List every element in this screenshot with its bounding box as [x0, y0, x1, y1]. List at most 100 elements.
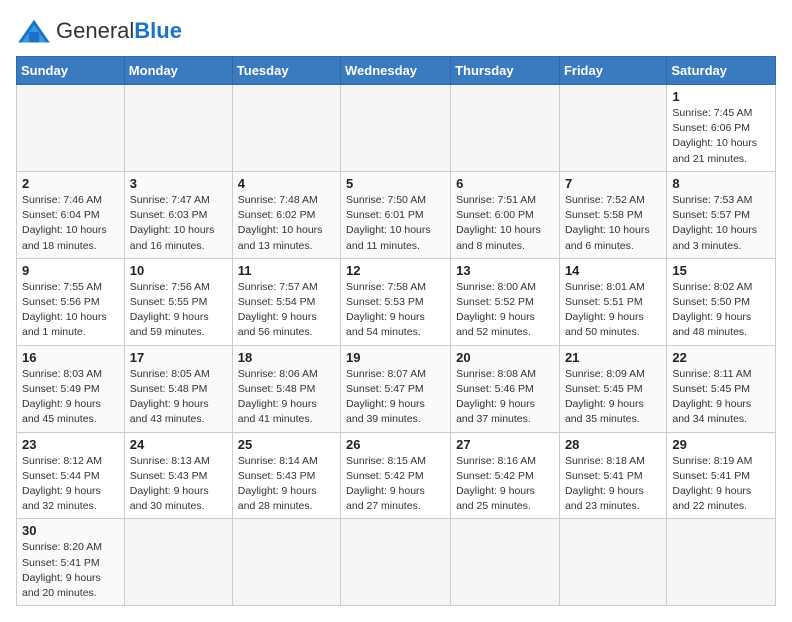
calendar-cell: 30Sunrise: 8:20 AM Sunset: 5:41 PM Dayli… [17, 519, 125, 606]
day-number: 2 [22, 176, 119, 191]
day-info: Sunrise: 7:53 AM Sunset: 5:57 PM Dayligh… [672, 193, 770, 254]
day-info: Sunrise: 7:50 AM Sunset: 6:01 PM Dayligh… [346, 193, 445, 254]
day-number: 30 [22, 523, 119, 538]
day-header-thursday: Thursday [451, 57, 560, 85]
day-number: 11 [238, 263, 335, 278]
day-info: Sunrise: 8:06 AM Sunset: 5:48 PM Dayligh… [238, 367, 335, 428]
calendar-cell: 18 Sunrise: 8:06 AM Sunset: 5:48 PM Dayli… [232, 345, 340, 432]
calendar-cell [232, 85, 340, 172]
day-info: Sunrise: 7:45 AM Sunset: 6:06 PM Dayligh… [672, 106, 770, 167]
day-info: Sunrise: 7:55 AM Sunset: 5:56 PM Dayligh… [22, 280, 119, 341]
day-number: 22 [672, 350, 770, 365]
day-header-sunday: Sunday [17, 57, 125, 85]
day-info: Sunrise: 8:02 AM Sunset: 5:50 PM Dayligh… [672, 280, 770, 341]
day-number: 1 [672, 89, 770, 104]
calendar-cell [341, 519, 451, 606]
day-number: 8 [672, 176, 770, 191]
calendar-cell: 13 Sunrise: 8:00 AM Sunset: 5:52 PM Dayli… [451, 258, 560, 345]
day-number: 27 [456, 437, 554, 452]
calendar-cell: 29Sunrise: 8:19 AM Sunset: 5:41 PM Dayli… [667, 432, 776, 519]
day-number: 29 [672, 437, 770, 452]
calendar-week-row: 16 Sunrise: 8:03 AM Sunset: 5:49 PM Dayli… [17, 345, 776, 432]
day-number: 18 [238, 350, 335, 365]
day-info: Sunrise: 8:16 AM Sunset: 5:42 PM Dayligh… [456, 454, 554, 515]
calendar-cell: 24 Sunrise: 8:13 AM Sunset: 5:43 PM Dayli… [124, 432, 232, 519]
calendar-cell [451, 85, 560, 172]
calendar-cell: 5 Sunrise: 7:50 AM Sunset: 6:01 PM Daylig… [341, 171, 451, 258]
day-info: Sunrise: 8:03 AM Sunset: 5:49 PM Dayligh… [22, 367, 119, 428]
day-info: Sunrise: 7:56 AM Sunset: 5:55 PM Dayligh… [130, 280, 227, 341]
day-info: Sunrise: 7:52 AM Sunset: 5:58 PM Dayligh… [565, 193, 661, 254]
calendar-header-row: SundayMondayTuesdayWednesdayThursdayFrid… [17, 57, 776, 85]
day-number: 16 [22, 350, 119, 365]
calendar-cell [124, 519, 232, 606]
day-header-monday: Monday [124, 57, 232, 85]
calendar-cell: 7 Sunrise: 7:52 AM Sunset: 5:58 PM Daylig… [559, 171, 666, 258]
logo: GeneralBlue [16, 16, 182, 46]
day-number: 28 [565, 437, 661, 452]
calendar-cell [559, 85, 666, 172]
day-header-tuesday: Tuesday [232, 57, 340, 85]
day-info: Sunrise: 8:12 AM Sunset: 5:44 PM Dayligh… [22, 454, 119, 515]
calendar-cell: 8 Sunrise: 7:53 AM Sunset: 5:57 PM Daylig… [667, 171, 776, 258]
day-info: Sunrise: 8:07 AM Sunset: 5:47 PM Dayligh… [346, 367, 445, 428]
calendar-week-row: 23 Sunrise: 8:12 AM Sunset: 5:44 PM Dayli… [17, 432, 776, 519]
calendar-cell: 19Sunrise: 8:07 AM Sunset: 5:47 PM Dayli… [341, 345, 451, 432]
day-info: Sunrise: 7:58 AM Sunset: 5:53 PM Dayligh… [346, 280, 445, 341]
day-number: 13 [456, 263, 554, 278]
day-info: Sunrise: 8:18 AM Sunset: 5:41 PM Dayligh… [565, 454, 661, 515]
calendar-cell: 20 Sunrise: 8:08 AM Sunset: 5:46 PM Dayli… [451, 345, 560, 432]
day-info: Sunrise: 7:47 AM Sunset: 6:03 PM Dayligh… [130, 193, 227, 254]
day-number: 21 [565, 350, 661, 365]
calendar-cell: 6Sunrise: 7:51 AM Sunset: 6:00 PM Daylig… [451, 171, 560, 258]
day-info: Sunrise: 8:00 AM Sunset: 5:52 PM Dayligh… [456, 280, 554, 341]
day-header-saturday: Saturday [667, 57, 776, 85]
day-info: Sunrise: 8:05 AM Sunset: 5:48 PM Dayligh… [130, 367, 227, 428]
calendar-week-row: 2 Sunrise: 7:46 AM Sunset: 6:04 PM Daylig… [17, 171, 776, 258]
day-number: 23 [22, 437, 119, 452]
calendar-cell: 23 Sunrise: 8:12 AM Sunset: 5:44 PM Dayli… [17, 432, 125, 519]
day-info: Sunrise: 7:51 AM Sunset: 6:00 PM Dayligh… [456, 193, 554, 254]
day-info: Sunrise: 8:11 AM Sunset: 5:45 PM Dayligh… [672, 367, 770, 428]
day-number: 7 [565, 176, 661, 191]
calendar-cell: 26Sunrise: 8:15 AM Sunset: 5:42 PM Dayli… [341, 432, 451, 519]
day-info: Sunrise: 8:15 AM Sunset: 5:42 PM Dayligh… [346, 454, 445, 515]
day-number: 24 [130, 437, 227, 452]
day-number: 25 [238, 437, 335, 452]
calendar-cell [667, 519, 776, 606]
calendar-week-row: 1 Sunrise: 7:45 AM Sunset: 6:06 PM Daylig… [17, 85, 776, 172]
day-info: Sunrise: 8:01 AM Sunset: 5:51 PM Dayligh… [565, 280, 661, 341]
calendar-cell: 27 Sunrise: 8:16 AM Sunset: 5:42 PM Dayli… [451, 432, 560, 519]
day-number: 20 [456, 350, 554, 365]
calendar-cell [17, 85, 125, 172]
page: GeneralBlue SundayMondayTuesdayWednesday… [0, 0, 792, 622]
calendar-cell: 16 Sunrise: 8:03 AM Sunset: 5:49 PM Dayli… [17, 345, 125, 432]
calendar-cell: 3 Sunrise: 7:47 AM Sunset: 6:03 PM Daylig… [124, 171, 232, 258]
calendar-cell [124, 85, 232, 172]
calendar-cell: 17Sunrise: 8:05 AM Sunset: 5:48 PM Dayli… [124, 345, 232, 432]
calendar-week-row: 30Sunrise: 8:20 AM Sunset: 5:41 PM Dayli… [17, 519, 776, 606]
day-info: Sunrise: 8:08 AM Sunset: 5:46 PM Dayligh… [456, 367, 554, 428]
calendar-cell: 1 Sunrise: 7:45 AM Sunset: 6:06 PM Daylig… [667, 85, 776, 172]
header: GeneralBlue [16, 16, 776, 46]
day-info: Sunrise: 8:09 AM Sunset: 5:45 PM Dayligh… [565, 367, 661, 428]
calendar-cell: 4Sunrise: 7:48 AM Sunset: 6:02 PM Daylig… [232, 171, 340, 258]
day-number: 5 [346, 176, 445, 191]
day-info: Sunrise: 7:48 AM Sunset: 6:02 PM Dayligh… [238, 193, 335, 254]
calendar-cell: 10Sunrise: 7:56 AM Sunset: 5:55 PM Dayli… [124, 258, 232, 345]
calendar-cell: 15 Sunrise: 8:02 AM Sunset: 5:50 PM Dayli… [667, 258, 776, 345]
day-number: 12 [346, 263, 445, 278]
day-header-wednesday: Wednesday [341, 57, 451, 85]
calendar-cell [341, 85, 451, 172]
calendar-cell: 21 Sunrise: 8:09 AM Sunset: 5:45 PM Dayli… [559, 345, 666, 432]
day-info: Sunrise: 8:14 AM Sunset: 5:43 PM Dayligh… [238, 454, 335, 515]
day-number: 3 [130, 176, 227, 191]
calendar-cell: 12 Sunrise: 7:58 AM Sunset: 5:53 PM Dayli… [341, 258, 451, 345]
calendar-cell: 28 Sunrise: 8:18 AM Sunset: 5:41 PM Dayli… [559, 432, 666, 519]
day-info: Sunrise: 7:46 AM Sunset: 6:04 PM Dayligh… [22, 193, 119, 254]
day-number: 9 [22, 263, 119, 278]
day-info: Sunrise: 8:13 AM Sunset: 5:43 PM Dayligh… [130, 454, 227, 515]
calendar-cell: 25 Sunrise: 8:14 AM Sunset: 5:43 PM Dayli… [232, 432, 340, 519]
day-number: 15 [672, 263, 770, 278]
calendar-cell: 11Sunrise: 7:57 AM Sunset: 5:54 PM Dayli… [232, 258, 340, 345]
